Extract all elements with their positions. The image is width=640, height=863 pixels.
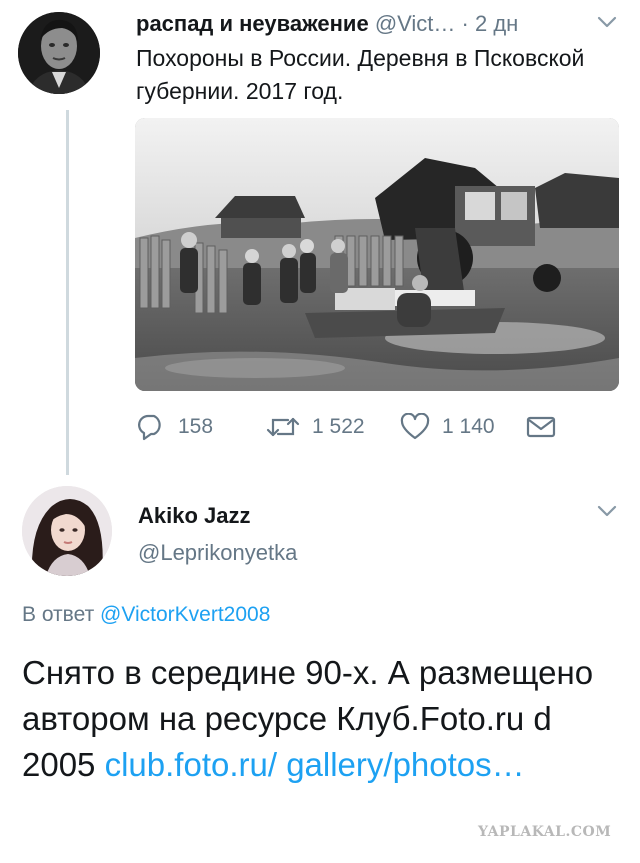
chevron-down-icon[interactable] [596, 503, 618, 519]
chevron-down-icon[interactable] [596, 14, 618, 30]
like-button[interactable]: 1 140 [400, 411, 495, 443]
man-portrait-avatar-icon [18, 12, 100, 94]
tweet-header: распад и неуважение @Vict… · 2 дн [136, 10, 606, 38]
tweet-link[interactable]: club.foto.ru/ gallery/photos… [105, 746, 525, 783]
author-name[interactable]: Akiko Jazz [138, 503, 251, 529]
header-separator: · [461, 11, 469, 36]
reply-button[interactable]: 158 [136, 411, 213, 443]
village-funeral-photo-icon [135, 118, 619, 391]
retweet-button[interactable]: 1 522 [266, 411, 365, 443]
heart-icon [400, 413, 430, 440]
tweet-photo[interactable] [135, 118, 619, 391]
woman-portrait-avatar-icon [22, 486, 112, 576]
envelope-icon [526, 416, 556, 438]
author-handle[interactable]: @Leprikonyetka [138, 540, 297, 566]
thread-connector-line [66, 110, 69, 475]
retweet-count: 1 522 [312, 415, 365, 438]
author-name[interactable]: распад и неуважение [136, 11, 369, 36]
retweet-icon [266, 417, 300, 437]
avatar[interactable] [18, 12, 100, 94]
tweet-timestamp[interactable]: 2 дн [475, 11, 518, 36]
reply-context: В ответ @VictorKvert2008 [22, 603, 270, 627]
like-count: 1 140 [442, 415, 495, 438]
tweet-actions: 158 1 522 1 140 [136, 411, 606, 443]
reply-icon [138, 414, 161, 441]
reply-mention-link[interactable]: @VictorKvert2008 [100, 603, 270, 626]
direct-message-button[interactable] [526, 411, 568, 443]
author-handle[interactable]: @Vict… [375, 11, 456, 36]
watermark: YAPLAKAL.COM [478, 824, 612, 840]
tweet-text: Снято в середине 90-х. А размещено автор… [22, 650, 622, 788]
reply-prefix: В ответ [22, 603, 95, 626]
tweet-text: Похороны в России. Деревня в Псковской г… [136, 45, 585, 104]
reply-count: 158 [178, 415, 214, 438]
avatar[interactable] [22, 486, 112, 576]
